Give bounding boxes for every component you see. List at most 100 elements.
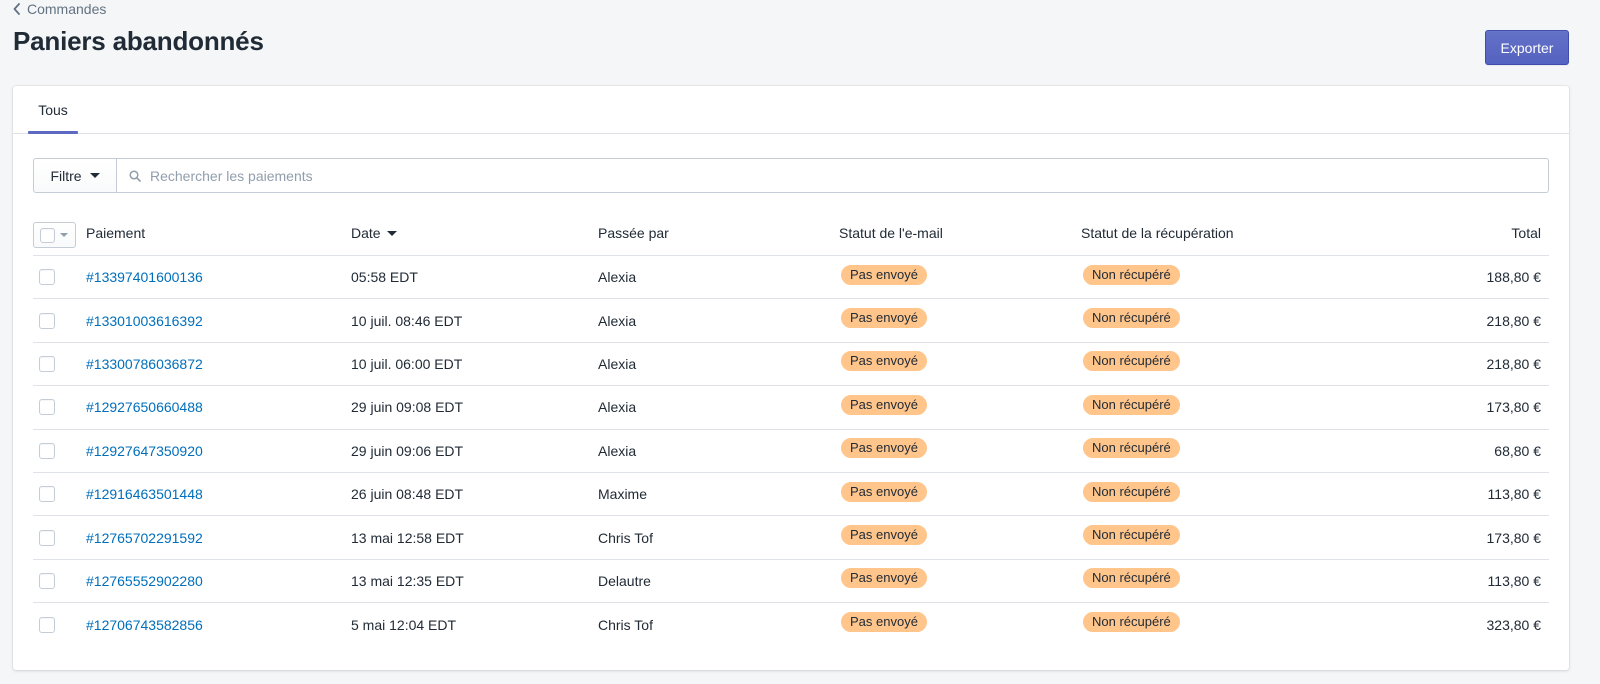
checkouts-table: Paiement Date Passée par Statut de l'e-m…: [33, 211, 1549, 647]
placed-by-cell: Maxime: [598, 486, 648, 503]
table-body: #13397401600136 05:58 EDT Alexia Pas env…: [33, 256, 1549, 647]
row-checkbox[interactable]: [39, 312, 55, 329]
column-header-total: Total: [1511, 225, 1541, 241]
email-status-badge: Pas envoyé: [839, 349, 929, 374]
page: Commandes Paniers abandonnés Exporter To…: [0, 0, 1600, 684]
payment-link[interactable]: #12765702291592: [86, 530, 203, 546]
row-checkbox[interactable]: [39, 486, 55, 503]
abandoned-checkouts-card: Tous Filtre Paiement: [13, 86, 1569, 670]
email-status-badge: Pas envoyé: [839, 392, 929, 417]
payment-link[interactable]: #12916463501448: [86, 486, 203, 502]
recovery-status-badge: Non récupéré: [1081, 610, 1182, 635]
tab-tous[interactable]: Tous: [29, 86, 77, 134]
row-checkbox[interactable]: [39, 355, 55, 372]
recovery-status-badge: Non récupéré: [1081, 436, 1182, 461]
table-row[interactable]: #12765552902280 13 mai 12:35 EDT Delautr…: [33, 560, 1549, 604]
column-header-placed-by: Passée par: [598, 225, 669, 241]
table-row[interactable]: #13300786036872 10 juil. 06:00 EDT Alexi…: [33, 343, 1549, 387]
table-row[interactable]: #13397401600136 05:58 EDT Alexia Pas env…: [33, 256, 1549, 300]
row-checkbox[interactable]: [39, 572, 55, 589]
table-row[interactable]: #12927647350920 29 juin 09:06 EDT Alexia…: [33, 430, 1549, 473]
total-cell: 188,80 €: [1486, 269, 1542, 286]
placed-by-cell: Chris Tof: [598, 616, 653, 633]
total-cell: 323,80 €: [1486, 616, 1542, 633]
table-row[interactable]: #13301003616392 10 juil. 08:46 EDT Alexi…: [33, 299, 1549, 343]
filter-bar: Filtre: [33, 158, 1549, 193]
bulk-select-dropdown[interactable]: [33, 222, 76, 248]
table-header-row: Paiement Date Passée par Statut de l'e-m…: [33, 211, 1549, 256]
payment-link[interactable]: #13397401600136: [86, 269, 203, 285]
date-cell: 5 mai 12:04 EDT: [351, 616, 457, 633]
date-cell: 10 juil. 08:46 EDT: [351, 312, 463, 329]
row-checkbox[interactable]: [39, 529, 55, 546]
row-checkbox[interactable]: [39, 616, 55, 633]
payment-link[interactable]: #12706743582856: [86, 617, 203, 633]
payment-link[interactable]: #12927647350920: [86, 443, 203, 459]
filter-button[interactable]: Filtre: [33, 158, 117, 193]
email-status-badge: Pas envoyé: [839, 610, 929, 635]
breadcrumb-label[interactable]: Commandes: [27, 1, 106, 17]
table-row[interactable]: #12706743582856 5 mai 12:04 EDT Chris To…: [33, 603, 1549, 646]
email-status-badge: Pas envoyé: [839, 262, 929, 287]
placed-by-cell: Alexia: [598, 399, 637, 416]
payment-link[interactable]: #12927650660488: [86, 399, 203, 415]
caret-down-icon: [60, 233, 68, 237]
recovery-status-badge: Non récupéré: [1081, 566, 1182, 591]
table-row[interactable]: #12916463501448 26 juin 08:48 EDT Maxime…: [33, 473, 1549, 517]
recovery-status-badge: Non récupéré: [1081, 349, 1182, 374]
placed-by-cell: Chris Tof: [598, 529, 653, 546]
filter-button-label: Filtre: [50, 167, 82, 184]
table-row[interactable]: #12765702291592 13 mai 12:58 EDT Chris T…: [33, 516, 1549, 560]
email-status-badge: Pas envoyé: [839, 523, 929, 548]
column-header-payment: Paiement: [86, 225, 146, 241]
table-row[interactable]: #12927650660488 29 juin 09:08 EDT Alexia…: [33, 386, 1549, 430]
row-checkbox[interactable]: [39, 269, 55, 286]
total-cell: 218,80 €: [1486, 312, 1542, 329]
row-checkbox[interactable]: [39, 442, 55, 459]
select-all-checkbox[interactable]: [40, 227, 55, 243]
caret-down-icon: [89, 173, 100, 178]
sort-descending-icon: [386, 230, 397, 236]
payment-link[interactable]: #13300786036872: [86, 356, 203, 372]
search-field[interactable]: [117, 158, 1549, 193]
placed-by-cell: Alexia: [598, 442, 637, 459]
chevron-left-icon: [13, 3, 20, 15]
placed-by-cell: Alexia: [598, 312, 637, 329]
recovery-status-badge: Non récupéré: [1081, 523, 1182, 548]
column-header-recovery-status: Statut de la récupération: [1081, 225, 1234, 241]
recovery-status-badge: Non récupéré: [1081, 479, 1182, 504]
placed-by-cell: Alexia: [598, 355, 637, 372]
payment-link[interactable]: #12765552902280: [86, 573, 203, 589]
email-status-badge: Pas envoyé: [839, 436, 929, 461]
export-button[interactable]: Exporter: [1485, 30, 1569, 65]
email-status-badge: Pas envoyé: [839, 306, 929, 331]
placed-by-cell: Alexia: [598, 269, 637, 286]
date-cell: 29 juin 09:08 EDT: [351, 399, 464, 416]
column-header-date[interactable]: Date: [351, 211, 397, 255]
date-cell: 29 juin 09:06 EDT: [351, 442, 464, 459]
tabs: Tous: [13, 86, 1569, 134]
total-cell: 218,80 €: [1486, 355, 1542, 372]
total-cell: 113,80 €: [1487, 486, 1541, 503]
email-status-badge: Pas envoyé: [839, 479, 929, 504]
recovery-status-badge: Non récupéré: [1081, 306, 1182, 331]
total-cell: 113,80 €: [1487, 572, 1541, 589]
search-input[interactable]: [150, 160, 1548, 191]
recovery-status-badge: Non récupéré: [1081, 262, 1182, 287]
recovery-status-badge: Non récupéré: [1081, 392, 1182, 417]
tab-selected-indicator: [28, 131, 78, 134]
date-cell: 26 juin 08:48 EDT: [351, 486, 464, 503]
row-checkbox[interactable]: [39, 399, 55, 416]
page-title: Paniers abandonnés: [13, 26, 264, 56]
date-cell: 10 juil. 06:00 EDT: [351, 355, 463, 372]
search-icon: [129, 169, 141, 182]
sort-date-button[interactable]: Date: [351, 225, 397, 241]
column-header-email-status: Statut de l'e-mail: [839, 225, 943, 241]
total-cell: 173,80 €: [1486, 399, 1542, 416]
date-cell: 05:58 EDT: [351, 269, 418, 286]
email-status-badge: Pas envoyé: [839, 566, 929, 591]
payment-link[interactable]: #13301003616392: [86, 313, 203, 329]
total-cell: 173,80 €: [1486, 529, 1542, 546]
breadcrumb[interactable]: Commandes: [12, 0, 106, 18]
total-cell: 68,80 €: [1494, 442, 1541, 459]
